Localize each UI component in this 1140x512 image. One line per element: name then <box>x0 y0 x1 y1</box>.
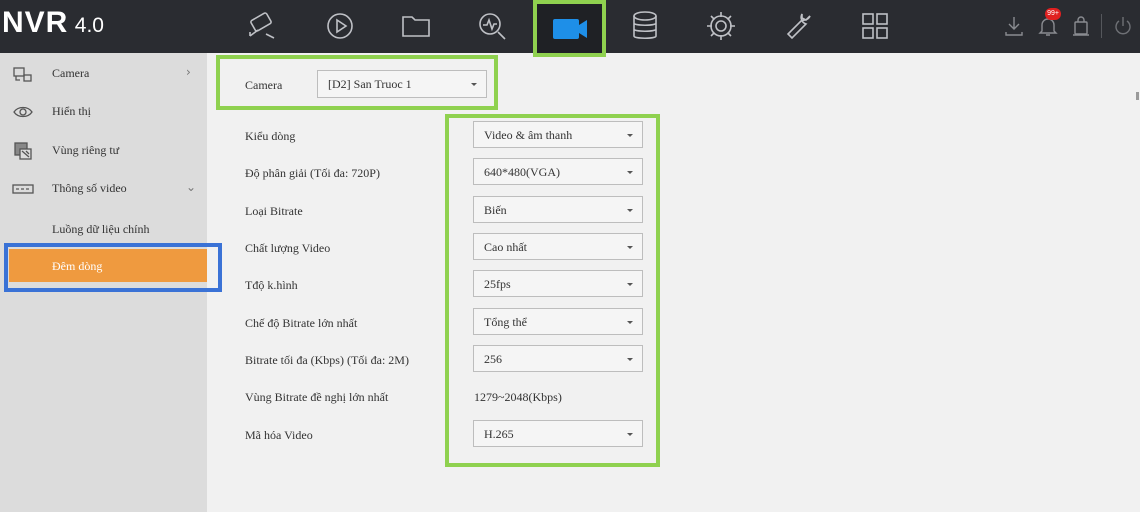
field-label-recommended-bitrate: Vùng Bitrate đề nghị lớn nhất <box>245 390 389 404</box>
camera-label: Camera <box>245 78 283 92</box>
camera-icon <box>553 19 587 39</box>
video-params-icon <box>12 184 34 194</box>
sidebar-item-camera[interactable]: Camera › <box>0 55 207 93</box>
sidebar-item-video-params[interactable]: Thông số video ⌄ <box>0 170 207 208</box>
field-label-frame-rate: Tđộ k.hình <box>245 278 298 292</box>
video-quality-select[interactable]: Cao nhất <box>473 233 643 260</box>
app-logo: NVR 4.0 <box>2 6 104 40</box>
alarm-camera-icon[interactable] <box>244 8 280 44</box>
download-icon[interactable] <box>1003 14 1025 38</box>
select-value: Biến <box>484 203 507 217</box>
playback-icon[interactable] <box>322 8 358 44</box>
max-bitrate-mode-select[interactable]: Tổng thể <box>473 308 643 335</box>
scrollbar-handle[interactable] <box>1136 92 1139 100</box>
sidebar: Camera › Hiển thị Vùng riêng tư Thông số… <box>0 53 222 512</box>
max-bitrate-select[interactable]: 256 <box>473 345 643 372</box>
field-label-video-quality: Chất lượng Video <box>245 241 331 255</box>
bitrate-type-select[interactable]: Biến <box>473 196 643 223</box>
storage-icon[interactable] <box>627 8 663 44</box>
user-lock-icon[interactable] <box>1070 14 1092 38</box>
sidebar-item-label: Hiển thị <box>52 104 91 118</box>
field-label-resolution: Độ phân giải (Tối đa: 720P) <box>245 166 380 180</box>
resolution-select[interactable]: 640*480(VGA) <box>473 158 643 185</box>
select-value: 640*480(VGA) <box>484 165 560 179</box>
search-analysis-icon[interactable] <box>474 8 510 44</box>
frame-rate-select[interactable]: 25fps <box>473 270 643 297</box>
caret-down-icon <box>627 321 633 324</box>
chevron-right-icon: › <box>186 65 191 79</box>
select-value: Video & âm thanh <box>484 128 573 142</box>
caret-down-icon <box>627 283 633 286</box>
caret-down-icon <box>627 209 633 212</box>
field-label-max-bitrate: Bitrate tối đa (Kbps) (Tối đa: 2M) <box>245 353 409 367</box>
camera-select[interactable]: [D2] San Truoc 1 <box>317 70 487 98</box>
select-value: H.265 <box>484 427 514 441</box>
power-icon[interactable] <box>1112 14 1134 38</box>
select-value: Cao nhất <box>484 240 527 254</box>
maintenance-icon[interactable] <box>780 8 816 44</box>
field-label-video-encoding: Mã hóa Video <box>245 428 313 442</box>
sidebar-subitem-main-stream[interactable]: Luồng dữ liệu chính <box>52 222 150 237</box>
caret-down-icon <box>627 246 633 249</box>
video-encoding-select[interactable]: H.265 <box>473 420 643 447</box>
sidebar-item-privacy[interactable]: Vùng riêng tư <box>0 132 207 170</box>
field-label-max-bitrate-mode: Chế độ Bitrate lớn nhất <box>245 316 358 330</box>
highlight-box-blue <box>4 243 222 292</box>
camera-settings-icon <box>13 67 32 82</box>
sidebar-item-label: Thông số video <box>52 181 127 195</box>
folder-icon[interactable] <box>398 8 434 44</box>
select-value: Tổng thể <box>484 315 527 329</box>
camera-nav-active[interactable] <box>533 0 606 57</box>
field-label-stream-type: Kiểu dòng <box>245 129 296 143</box>
stream-type-select[interactable]: Video & âm thanh <box>473 121 643 148</box>
select-value: 25fps <box>484 277 511 291</box>
chevron-down-icon: ⌄ <box>186 180 197 194</box>
eye-icon <box>13 106 33 118</box>
grid-view-icon[interactable] <box>857 8 893 44</box>
sidebar-item-display[interactable]: Hiển thị <box>0 93 207 131</box>
caret-down-icon <box>627 134 633 137</box>
sidebar-item-label: Camera <box>52 66 90 80</box>
top-bar: NVR 4.0 99+ <box>0 0 1140 57</box>
app-version: 4.0 <box>74 14 104 37</box>
camera-select-value: [D2] San Truoc 1 <box>328 77 412 91</box>
select-value: 256 <box>484 352 502 366</box>
sidebar-item-label: Vùng riêng tư <box>52 143 120 157</box>
notification-badge: 99+ <box>1045 8 1061 20</box>
caret-down-icon <box>627 358 633 361</box>
caret-down-icon <box>627 171 633 174</box>
caret-down-icon <box>627 433 633 436</box>
settings-icon[interactable] <box>703 8 739 44</box>
field-label-bitrate-type: Loại Bitrate <box>245 204 303 218</box>
caret-down-icon <box>471 83 477 86</box>
app-brand: NVR <box>2 6 69 39</box>
privacy-icon <box>14 142 32 160</box>
recommended-bitrate-value: 1279~2048(Kbps) <box>474 390 562 404</box>
top-divider <box>1101 14 1102 38</box>
